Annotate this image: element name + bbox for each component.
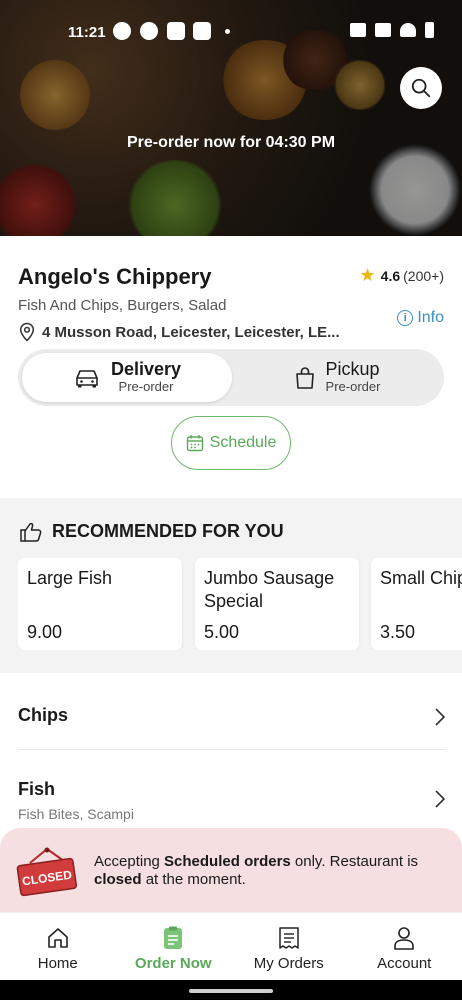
wifi-icon [400,23,416,37]
nav-label: Account [377,955,432,972]
nav-label: Order Now [134,955,212,972]
address-text: 4 Musson Road, Leicester, Leicester, LE.… [42,323,340,341]
receipt-icon [279,927,299,949]
info-label: Info [417,309,444,326]
recommended-item[interactable]: Jumbo Sausage Special 5.00 [195,558,359,650]
home-icon [47,928,68,948]
closed-banner: CLOSED Accepting Scheduled orders only. … [0,828,462,912]
category-chips[interactable]: Chips [18,705,446,726]
recommended-item[interactable]: Large Fish 9.00 [18,558,182,650]
person-icon [394,927,415,950]
restaurant-cuisine: Fish And Chips, Burgers, Salad [18,297,227,314]
car-icon [76,369,98,387]
home-indicator[interactable] [189,989,273,993]
item-price: 5.00 [204,622,240,642]
thumbs-up-icon [20,522,42,542]
item-price: 3.50 [380,622,416,642]
item-name: Jumbo Sausage Special [204,567,334,614]
rating-value: 4.6 [380,267,401,284]
status-icons [350,22,434,38]
closed-text-part: only. Restaurant is [290,853,419,870]
item-name: Large Fish [27,568,113,588]
chevron-right-icon [435,790,446,808]
restaurant-rating: ★ 4.6 (200+) [360,265,444,286]
rating-count: (200+) [403,267,444,284]
recommended-heading: RECOMMENDED FOR YOU [20,521,284,542]
item-name-line: Jumbo Sausage [204,568,335,588]
divider [18,749,446,750]
schedule-label: Schedule [209,434,277,451]
restaurant-info: Angelo's Chippery ★ 4.6 (200+) Fish And … [0,236,462,498]
delivery-sub: Pre-order [118,379,174,395]
restaurant-name: Angelo's Chippery [18,264,212,289]
closed-text-part: at the moment. [141,871,246,888]
nav-label: My Orders [253,955,324,972]
calendar-icon [186,435,203,452]
notification-icon [140,22,158,40]
category-label: Chips [18,705,69,725]
location-pin-icon [19,322,35,342]
vpn-key-icon [375,23,391,37]
bottom-nav: Home Order Now My Orders Account [0,912,462,980]
status-bar: 11:21 [0,0,462,64]
closed-sign-icon: CLOSED [16,847,78,897]
info-icon: i [397,310,414,326]
system-nav-bar [0,980,462,1000]
shopping-bag-icon [295,366,314,389]
hero-banner: 11:21 Pre-order now for 04:30 PM [0,0,462,236]
delivery-label: Delivery [110,359,182,380]
chevron-right-icon [435,708,446,726]
android-icon [167,22,185,40]
search-icon [411,78,431,98]
closed-message: Accepting Scheduled orders only. Restaur… [94,853,444,889]
info-button[interactable]: i Info [397,309,444,327]
search-button[interactable] [400,67,442,109]
nav-my-orders[interactable]: My Orders [231,913,347,980]
star-icon: ★ [359,265,376,285]
nav-order-now[interactable]: Order Now [116,913,232,980]
order-icon [164,926,183,949]
category-fish[interactable]: Fish Fish Bites, Scampi [18,779,446,822]
item-price: 9.00 [27,622,63,642]
nav-home[interactable]: Home [0,913,116,980]
battery-icon [425,22,434,38]
item-name: Small Chips [380,568,462,588]
recommended-item[interactable]: Small Chips 3.50 [371,558,462,650]
delivery-option[interactable]: Delivery Pre-order [22,353,232,402]
cast-icon [350,23,366,37]
closed-text-bold: Scheduled orders [164,853,291,870]
item-name-line: Special [204,591,264,612]
nav-account[interactable]: Account [347,913,462,980]
restaurant-address: 4 Musson Road, Leicester, Leicester, LE.… [18,322,340,342]
category-label: Fish [18,779,56,799]
category-sub: Fish Bites, Scampi [18,806,134,822]
more-notifications-icon [225,29,230,34]
recommended-section: RECOMMENDED FOR YOU Large Fish 9.00 Jumb… [0,498,462,673]
recommended-title: RECOMMENDED FOR YOU [52,521,284,541]
pickup-sub: Pre-order [325,379,381,395]
nav-label: Home [37,955,78,972]
closed-text-part: Accepting [94,853,165,870]
pickup-label: Pickup [325,359,380,380]
status-time: 11:21 [68,24,106,41]
pickup-option[interactable]: Pickup Pre-order [232,353,442,402]
closed-text-bold: closed [94,871,142,888]
schedule-button[interactable]: Schedule [171,416,291,470]
preorder-notice: Pre-order now for 04:30 PM [126,134,336,151]
android-icon [193,22,211,40]
order-mode-toggle: Delivery Pre-order Pickup Pre-order [18,349,444,406]
notification-icon [113,22,131,40]
recommended-list: Large Fish 9.00 Jumbo Sausage Special 5.… [18,558,462,650]
